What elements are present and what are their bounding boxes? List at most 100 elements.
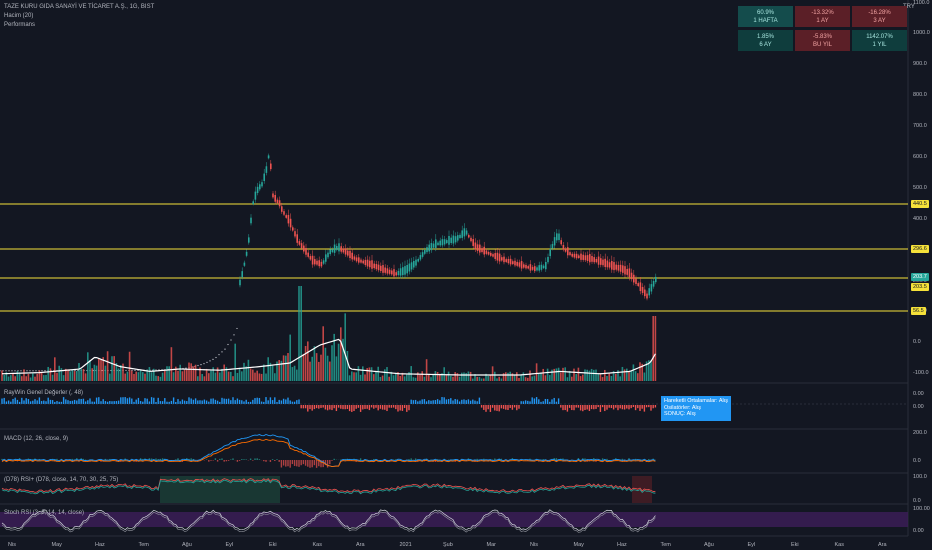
y-tick-label: 1000.0 bbox=[913, 30, 930, 36]
volume-ma-line bbox=[1, 338, 656, 376]
raywin-bar bbox=[480, 405, 483, 408]
price-dot bbox=[14, 370, 16, 372]
raywin-bar bbox=[454, 399, 456, 404]
volume-bar bbox=[205, 368, 208, 381]
y-tick-label: 500.0 bbox=[913, 185, 927, 191]
macd-hist bbox=[302, 460, 305, 465]
volume-bar bbox=[43, 375, 45, 381]
volume-bar bbox=[25, 376, 27, 381]
candle-body bbox=[465, 230, 468, 235]
raywin-bar bbox=[309, 405, 311, 410]
raywin-bar bbox=[465, 400, 467, 404]
raywin-bar bbox=[254, 398, 256, 404]
volume-bar bbox=[313, 346, 316, 381]
volume-bar bbox=[34, 376, 36, 381]
raywin-bar bbox=[293, 401, 296, 404]
volume-bar bbox=[139, 369, 142, 381]
volume-bar bbox=[157, 376, 159, 381]
macd-hist bbox=[291, 460, 294, 465]
raywin-bar bbox=[346, 405, 349, 409]
candle-body bbox=[336, 245, 338, 250]
volume-bar bbox=[564, 367, 566, 381]
macd-tick: 0.0 bbox=[913, 458, 921, 464]
candle-body bbox=[424, 250, 426, 254]
volume-bar bbox=[522, 372, 525, 381]
raywin-bar bbox=[265, 397, 267, 404]
candle-body bbox=[547, 256, 549, 263]
volume-bar bbox=[535, 363, 538, 381]
raywin-bar bbox=[258, 397, 261, 404]
volume-bar bbox=[247, 359, 250, 381]
macd-legend[interactable]: MACD (12, 26, close, 9) bbox=[4, 436, 68, 442]
volume-bar bbox=[359, 374, 362, 381]
candle-body bbox=[292, 227, 294, 231]
raywin-bar bbox=[115, 401, 118, 404]
volume-bar bbox=[494, 371, 496, 381]
volume-bar bbox=[142, 372, 144, 381]
raywin-bar bbox=[199, 400, 201, 404]
candle-body bbox=[276, 199, 279, 204]
candle-body bbox=[446, 240, 448, 244]
price-dot bbox=[236, 327, 238, 330]
volume-bar bbox=[465, 373, 467, 381]
volume-bar bbox=[540, 373, 542, 381]
raywin-bar bbox=[615, 405, 617, 408]
volume-bar bbox=[166, 366, 168, 381]
raywin-bar bbox=[384, 405, 386, 410]
volume-bar bbox=[553, 368, 555, 381]
raywin-bar bbox=[150, 397, 153, 404]
volume-bar bbox=[128, 351, 131, 381]
chart-canvas[interactable]: 1100.0 1000.0 900.0 800.0 700.0 600.0 500.0 400… bbox=[0, 0, 932, 550]
macd-hist bbox=[280, 460, 283, 468]
raywin-bar bbox=[36, 400, 38, 404]
candle-body bbox=[432, 243, 435, 248]
volume-bar bbox=[16, 371, 19, 381]
candle-body bbox=[441, 239, 444, 246]
candle-body bbox=[578, 255, 580, 259]
raywin-bar bbox=[507, 405, 509, 410]
volume-bar bbox=[221, 368, 223, 381]
candle-body bbox=[551, 244, 554, 249]
candle-body bbox=[494, 253, 496, 259]
volume-bar bbox=[137, 372, 140, 381]
volume-bar bbox=[258, 373, 261, 381]
candle-body bbox=[474, 242, 477, 250]
macd-hist bbox=[285, 460, 287, 467]
volume-bar bbox=[590, 368, 593, 381]
candle-body bbox=[487, 251, 490, 255]
raywin-legend[interactable]: RayWin Genel Değerler (, 48) bbox=[4, 390, 83, 396]
raywin-bar bbox=[518, 405, 520, 409]
raywin-bar bbox=[315, 405, 318, 409]
stoch-legend[interactable]: Stoch RSI (3, 3, 14, 14, close) bbox=[4, 510, 84, 516]
performance-period: 1 HAFTA bbox=[753, 18, 778, 24]
raywin-bar bbox=[166, 401, 168, 404]
price-dot bbox=[203, 363, 205, 365]
x-tick-label: Ağu bbox=[182, 542, 192, 548]
raywin-bar bbox=[417, 401, 419, 404]
y-tick-label: -100.0 bbox=[913, 370, 929, 376]
candle-body bbox=[285, 215, 287, 218]
volume-bar bbox=[478, 377, 481, 381]
candle-body bbox=[426, 247, 428, 253]
raywin-bar bbox=[588, 405, 591, 411]
raywin-bar bbox=[626, 405, 628, 409]
candle-body bbox=[582, 254, 584, 260]
raywin-bar bbox=[135, 399, 137, 404]
candle-body bbox=[635, 278, 637, 284]
x-tick-label: Ara bbox=[878, 542, 888, 548]
candle-body bbox=[435, 239, 437, 248]
raywin-bar bbox=[304, 405, 307, 409]
volume-bar bbox=[100, 359, 102, 381]
candle-body bbox=[413, 260, 415, 268]
volume-bar bbox=[456, 373, 459, 381]
volume-bar bbox=[32, 373, 34, 381]
rsi-legend[interactable]: (D78) RSI+ (D78, close, 14, 70, 30, 25, … bbox=[4, 477, 118, 483]
raywin-bar bbox=[249, 401, 252, 404]
performance-cell: 60.9% 1 HAFTA bbox=[738, 6, 793, 27]
volume-legend[interactable]: Hacim (20) bbox=[4, 13, 33, 19]
raywin-bar bbox=[203, 399, 206, 404]
candle-body bbox=[584, 255, 587, 261]
volume-bar bbox=[582, 374, 584, 381]
macd-hist bbox=[252, 460, 254, 461]
performance-legend[interactable]: Performans bbox=[4, 22, 35, 28]
